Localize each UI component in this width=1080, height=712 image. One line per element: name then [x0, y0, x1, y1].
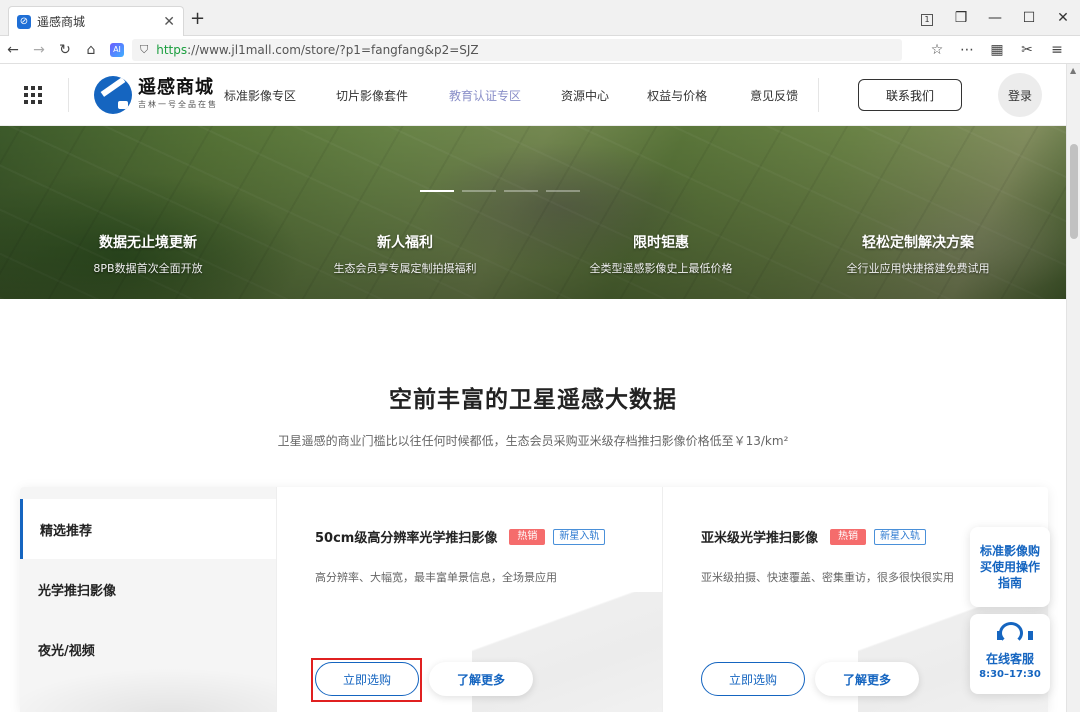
logo-title: 遥感商城 [138, 77, 214, 98]
hero-feature: 数据无止境更新 8PB数据首次全面开放 [38, 234, 258, 276]
page-scrollbar[interactable]: ▲ [1066, 64, 1080, 712]
product-title-row: 50cm级高分辨率光学推扫影像 热销 新星入轨 [315, 527, 606, 546]
carousel-dot[interactable] [546, 190, 580, 192]
tab-night-video[interactable]: 夜光/视频 [20, 619, 276, 679]
section-title: 空前丰富的卫星遥感大数据 [389, 387, 677, 413]
browser-tab-bar: ⊘ 遥感商城 ✕ + 1 ❒ — ☐ ✕ [0, 0, 1080, 36]
bookmark-star-icon[interactable]: ☆ [922, 42, 952, 58]
hero-feature: 限时钜惠 全类型遥感影像史上最低价格 [551, 234, 771, 276]
carousel-dot[interactable] [462, 190, 496, 192]
extensions-grid-icon[interactable]: ▦ [982, 42, 1012, 58]
contact-us-button[interactable]: 联系我们 [858, 79, 962, 111]
carousel-dot[interactable] [504, 190, 538, 192]
close-window-button[interactable]: ✕ [1046, 10, 1080, 26]
online-service-widget[interactable]: 在线客服 8:30–17:30 [970, 614, 1050, 694]
header-divider [818, 78, 819, 112]
site-header: 遥感商城 吉林一号全品在售 标准影像专区 切片影像套件 教育认证专区 资源中心 … [0, 64, 1080, 126]
window-controls: 1 ❒ — ☐ ✕ [910, 0, 1080, 36]
browser-toolbar-right: ☆ ⋯ ▦ ✂ ≡ [922, 36, 1072, 64]
new-tab-button[interactable]: + [190, 8, 205, 29]
hero-feature-desc: 全类型遥感影像史上最低价格 [589, 262, 733, 275]
logo-subtitle: 吉林一号全品在售 [138, 100, 218, 109]
address-bar: ← → ↻ ⌂ AI ⛉ https://www.jl1mall.com/sto… [0, 36, 1080, 64]
apps-grid-icon[interactable] [24, 86, 42, 104]
scissors-icon[interactable]: ✂ [1012, 42, 1042, 58]
new-satellite-badge: 新星入轨 [874, 528, 927, 545]
hero-feature-title: 轻松定制解决方案 [862, 235, 974, 251]
tab-optical-pushbroom[interactable]: 光学推扫影像 [20, 559, 276, 619]
ai-assistant-icon[interactable]: AI [110, 42, 124, 57]
hero-feature-desc: 8PB数据首次全面开放 [93, 262, 203, 275]
hero-feature-title: 数据无止境更新 [99, 235, 197, 251]
nav-resources[interactable]: 资源中心 [561, 87, 609, 104]
tab-featured[interactable]: 精选推荐 [20, 499, 276, 559]
hero-feature-desc: 生态会员享专属定制拍摄福利 [333, 262, 477, 275]
browser-tab[interactable]: ⊘ 遥感商城 ✕ [8, 6, 184, 36]
nav-pricing[interactable]: 权益与价格 [647, 87, 707, 104]
buy-now-button[interactable]: 立即选购 [315, 662, 419, 696]
product-title[interactable]: 亚米级光学推扫影像 [701, 527, 818, 546]
more-menu-icon[interactable]: ⋯ [952, 42, 982, 58]
back-icon[interactable]: ← [0, 42, 26, 58]
product-description: 高分辨率、大幅宽，最丰富单景信息，全场景应用 [315, 571, 557, 584]
scroll-up-icon[interactable]: ▲ [1070, 66, 1076, 75]
tab-count-icon[interactable]: 1 [910, 10, 944, 26]
forward-icon[interactable]: → [26, 42, 52, 58]
learn-more-button[interactable]: 了解更多 [429, 662, 533, 696]
category-tabs: 精选推荐 光学推扫影像 夜光/视频 [20, 487, 276, 712]
purchase-guide-widget[interactable]: 标准影像购买使用操作指南 [970, 527, 1050, 607]
new-satellite-badge: 新星入轨 [553, 528, 606, 545]
product-card: 50cm级高分辨率光学推扫影像 热销 新星入轨 高分辨率、大幅宽，最丰富单景信息… [276, 487, 662, 712]
learn-more-button[interactable]: 了解更多 [815, 662, 919, 696]
tab-title: 遥感商城 [37, 15, 86, 29]
site-favicon-icon: ⊘ [17, 14, 31, 29]
login-button[interactable]: 登录 [998, 73, 1042, 117]
logo[interactable]: 遥感商城 吉林一号全品在售 [138, 77, 218, 110]
carousel-dot[interactable] [420, 190, 454, 192]
hot-badge: 热销 [830, 528, 867, 545]
hot-badge: 热销 [509, 528, 546, 545]
carousel-indicators [420, 190, 580, 192]
hero-feature-desc: 全行业应用快捷搭建免费试用 [846, 262, 990, 275]
product-title[interactable]: 50cm级高分辨率光学推扫影像 [315, 527, 497, 546]
hero-banner[interactable]: 数据无止境更新 8PB数据首次全面开放 新人福利 生态会员享专属定制拍摄福利 限… [0, 126, 1066, 299]
hero-feature-title: 新人福利 [377, 235, 433, 251]
security-shield-icon[interactable]: ⛉ [140, 43, 148, 57]
service-title: 在线客服 [985, 652, 1034, 666]
nav-tile-imagery[interactable]: 切片影像套件 [336, 87, 408, 104]
home-icon[interactable]: ⌂ [78, 42, 104, 58]
hero-feature: 新人福利 生态会员享专属定制拍摄福利 [295, 234, 515, 276]
minimize-button[interactable]: — [978, 10, 1012, 26]
url-scheme: https [156, 42, 188, 57]
nav-education[interactable]: 教育认证专区 [449, 87, 521, 104]
shirt-icon[interactable]: ❒ [944, 10, 978, 26]
main-nav: 标准影像专区 切片影像套件 教育认证专区 资源中心 权益与价格 意见反馈 [224, 64, 798, 126]
buy-now-button[interactable]: 立即选购 [701, 662, 805, 696]
service-hours: 8:30–17:30 [979, 669, 1041, 680]
headset-icon [997, 622, 1033, 646]
header-divider [68, 78, 69, 112]
product-title-row: 亚米级光学推扫影像 热销 新星入轨 [701, 527, 927, 546]
hero-feature: 轻松定制解决方案 全行业应用快捷搭建免费试用 [808, 234, 1028, 276]
product-description: 亚米级拍摄、快速覆盖、密集重访，很多很快很实用 [701, 571, 954, 584]
scrollbar-thumb[interactable] [1070, 144, 1078, 239]
section-subtitle: 卫星遥感的商业门槛比以往任何时候都低，生态会员采购亚米级存档推扫影像价格低至￥1… [277, 434, 789, 448]
close-tab-icon[interactable]: ✕ [163, 14, 175, 30]
nav-feedback[interactable]: 意见反馈 [750, 87, 798, 104]
hamburger-menu-icon[interactable]: ≡ [1042, 42, 1072, 58]
product-panel: 精选推荐 光学推扫影像 夜光/视频 50cm级高分辨率光学推扫影像 热销 新星入… [20, 487, 1048, 712]
hero-feature-title: 限时钜惠 [633, 235, 689, 251]
maximize-button[interactable]: ☐ [1012, 10, 1046, 26]
nav-standard-imagery[interactable]: 标准影像专区 [224, 87, 296, 104]
url-text: ://www.jl1mall.com/store/?p1=fangfang&p2… [187, 42, 479, 57]
logo-icon[interactable] [94, 76, 132, 114]
url-input[interactable]: ⛉ https://www.jl1mall.com/store/?p1=fang… [132, 38, 902, 61]
reload-icon[interactable]: ↻ [52, 42, 78, 58]
